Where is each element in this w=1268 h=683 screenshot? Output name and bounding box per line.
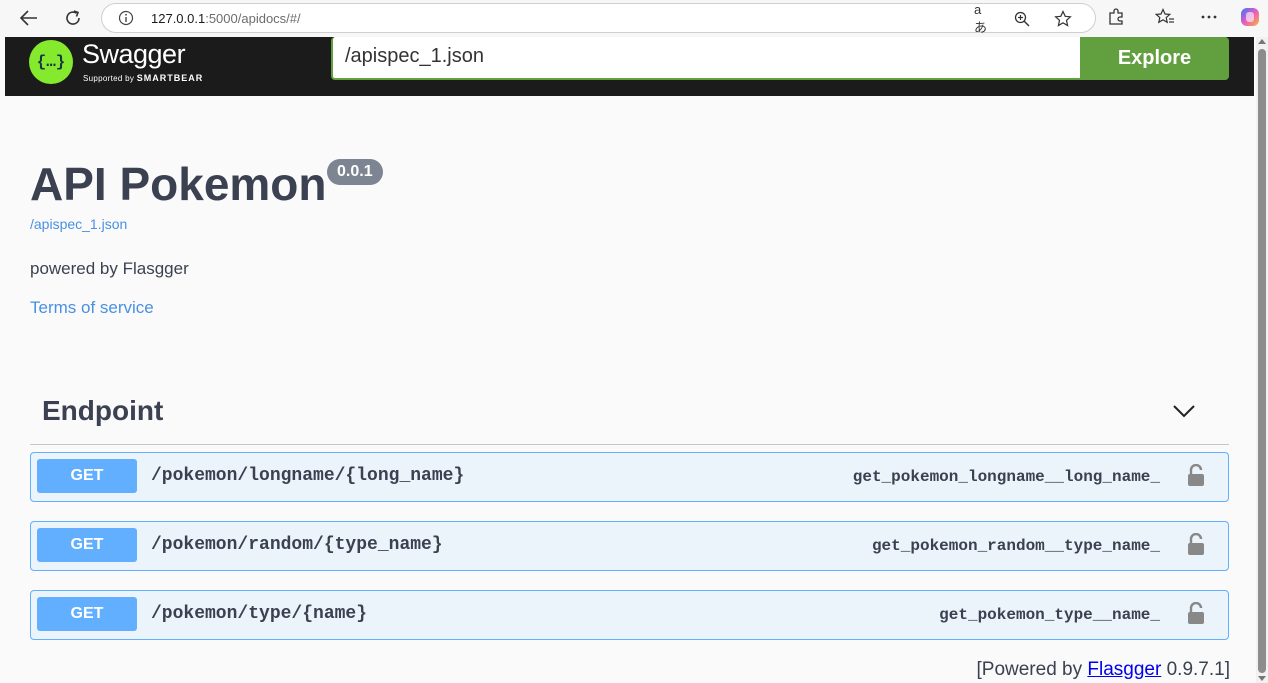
lock-icon[interactable]: [1186, 533, 1206, 557]
favorites-icon[interactable]: [1154, 6, 1176, 28]
version-badge: 0.0.1: [327, 159, 383, 185]
refresh-button[interactable]: [59, 5, 87, 31]
scroll-up-icon[interactable]: [1258, 39, 1266, 44]
swagger-logo-text: Swagger: [82, 39, 186, 69]
read-aloud-icon[interactable]: aあ: [974, 2, 994, 35]
operation-path: /pokemon/longname/{long_name}: [151, 466, 465, 486]
scrollbar-thumb[interactable]: [1258, 49, 1266, 673]
browser-toolbar: 127.0.0.1:5000/apidocs/#/ aあ: [0, 0, 1268, 37]
chevron-down-icon[interactable]: [1172, 401, 1196, 421]
swagger-logo-icon: {…}: [29, 40, 73, 84]
spec-url-input[interactable]: /apispec_1.json: [331, 37, 1080, 80]
page-scrollbar[interactable]: [1256, 37, 1268, 683]
method-badge: GET: [37, 528, 137, 562]
page-content: {…} Swagger Supported by SMARTBEAR /apis…: [5, 37, 1254, 683]
powered-by-footer: [Powered by Flasgger 0.9.7.1]: [976, 659, 1231, 680]
copilot-icon[interactable]: [1239, 6, 1261, 28]
operation-path: /pokemon/random/{type_name}: [151, 535, 443, 555]
favorite-star-icon[interactable]: [1053, 10, 1073, 28]
lock-icon[interactable]: [1186, 602, 1206, 626]
operation-id: get_pokemon_random__type_name_: [871, 537, 1160, 555]
scroll-down-icon[interactable]: [1258, 676, 1266, 681]
lock-icon[interactable]: [1186, 464, 1206, 488]
terms-of-service-link[interactable]: Terms of service: [30, 298, 154, 318]
explore-button[interactable]: Explore: [1080, 37, 1229, 80]
back-button[interactable]: [15, 5, 43, 31]
swagger-topbar: {…} Swagger Supported by SMARTBEAR /apis…: [5, 37, 1254, 96]
operation-path: /pokemon/type/{name}: [151, 604, 368, 624]
site-info-icon[interactable]: [118, 10, 134, 26]
url-text: 127.0.0.1:5000/apidocs/#/: [151, 11, 301, 26]
more-options-icon[interactable]: [1198, 6, 1220, 28]
operation-id: get_pokemon_type__name_: [939, 606, 1160, 624]
back-arrow-icon: [20, 10, 37, 26]
address-bar[interactable]: 127.0.0.1:5000/apidocs/#/ aあ: [101, 2, 1096, 35]
method-badge: GET: [37, 597, 137, 631]
refresh-icon: [66, 10, 80, 25]
operation-block[interactable]: GET /pokemon/random/{type_name} get_poke…: [30, 521, 1229, 571]
operation-block[interactable]: GET /pokemon/longname/{long_name} get_po…: [30, 452, 1229, 502]
operation-block[interactable]: GET /pokemon/type/{name} get_pokemon_typ…: [30, 590, 1229, 640]
extensions-icon[interactable]: [1105, 6, 1127, 28]
api-description: powered by Flasgger: [30, 259, 189, 278]
spec-link[interactable]: /apispec_1.json: [30, 216, 127, 232]
flasgger-link[interactable]: Flasgger: [1087, 659, 1161, 680]
operation-id: get_pokemon_longname__long_name_: [852, 468, 1160, 486]
smartbear-tagline: Supported by SMARTBEAR: [83, 73, 204, 83]
swagger-logo[interactable]: {…} Swagger Supported by SMARTBEAR: [29, 37, 202, 87]
method-badge: GET: [37, 459, 137, 493]
zoom-icon[interactable]: [1012, 10, 1032, 28]
tag-section-header[interactable]: Endpoint: [30, 385, 1229, 445]
api-title: API Pokemon: [30, 158, 327, 210]
tag-title: Endpoint: [42, 395, 164, 426]
